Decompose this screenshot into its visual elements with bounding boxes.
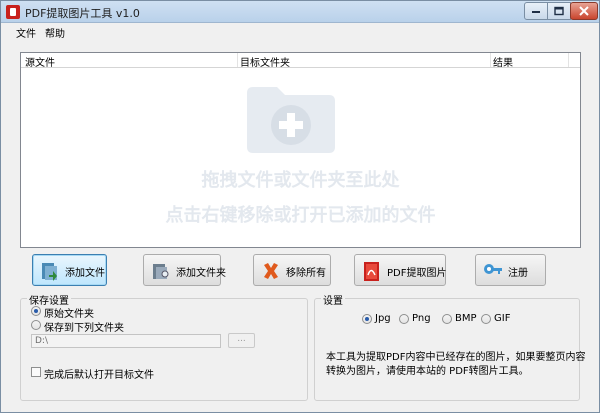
original-folder-radio[interactable] bbox=[31, 306, 41, 316]
column-result[interactable]: 结果 bbox=[493, 54, 513, 69]
pdf-icon bbox=[364, 262, 379, 281]
close-button[interactable] bbox=[570, 2, 598, 20]
format-png-label[interactable]: Png bbox=[412, 313, 431, 324]
settings-title: 设置 bbox=[321, 292, 345, 307]
menu-file[interactable]: 文件 bbox=[16, 25, 36, 40]
maximize-button[interactable] bbox=[547, 2, 571, 20]
remove-all-button[interactable]: 移除所有 bbox=[253, 254, 331, 286]
settings-note-line2: 转换为图片，请使用本站的 PDF转图片工具。 bbox=[326, 366, 529, 377]
minimize-button[interactable] bbox=[524, 2, 548, 20]
drop-hint-line1: 拖拽文件或文件夹至此处 bbox=[201, 170, 400, 191]
menu-help[interactable]: 帮助 bbox=[45, 25, 65, 40]
format-jpg-label[interactable]: Jpg bbox=[375, 313, 391, 324]
register-button[interactable]: 注册 bbox=[475, 254, 546, 286]
extract-images-button[interactable]: PDF提取图片 bbox=[354, 254, 446, 286]
custom-folder-radio[interactable] bbox=[31, 320, 41, 330]
format-png-radio[interactable] bbox=[399, 314, 409, 324]
add-folder-watermark-icon bbox=[247, 87, 335, 153]
original-folder-label[interactable]: 原始文件夹 bbox=[44, 305, 94, 320]
add-folder-label: 添加文件夹 bbox=[176, 268, 226, 279]
open-after-checkbox[interactable] bbox=[31, 367, 41, 377]
list-header: 源文件 目标文件夹 结果 bbox=[21, 53, 580, 69]
remove-icon bbox=[264, 263, 278, 279]
column-source-file[interactable]: 源文件 bbox=[25, 54, 55, 69]
browse-button[interactable]: ... bbox=[228, 333, 255, 348]
format-bmp-radio[interactable] bbox=[442, 314, 452, 324]
window-title: PDF提取图片工具 v1.0 bbox=[25, 7, 140, 20]
settings-note-line1: 本工具为提取PDF内容中已经存在的图片，如果要整页内容 bbox=[326, 352, 586, 363]
format-jpg-radio[interactable] bbox=[362, 314, 372, 324]
add-file-button[interactable]: 添加文件 bbox=[32, 254, 107, 286]
column-divider bbox=[237, 53, 238, 67]
close-icon bbox=[579, 6, 589, 16]
title-bar[interactable]: PDF提取图片工具 v1.0 bbox=[1, 1, 599, 23]
column-target-folder[interactable]: 目标文件夹 bbox=[240, 54, 290, 69]
custom-folder-label[interactable]: 保存到下列文件夹 bbox=[44, 319, 124, 334]
pdf-app-icon bbox=[6, 5, 20, 19]
format-gif-label[interactable]: GIF bbox=[494, 313, 510, 324]
register-label: 注册 bbox=[508, 268, 528, 279]
column-divider bbox=[490, 53, 491, 67]
add-folder-button[interactable]: 添加文件夹 bbox=[143, 254, 226, 286]
minimize-icon bbox=[532, 11, 540, 13]
add-file-label: 添加文件 bbox=[65, 268, 105, 279]
output-path-field[interactable]: D:\ bbox=[31, 334, 221, 348]
remove-all-label: 移除所有 bbox=[286, 268, 326, 279]
open-after-label[interactable]: 完成后默认打开目标文件 bbox=[44, 366, 154, 381]
add-folder-icon bbox=[153, 264, 169, 279]
extract-images-label: PDF提取图片 bbox=[387, 268, 447, 279]
menu-bar: 文件 帮助 bbox=[1, 23, 599, 41]
maximize-icon bbox=[554, 6, 564, 16]
column-divider bbox=[568, 53, 569, 67]
key-icon bbox=[484, 264, 502, 274]
drop-hint-line2: 点击右键移除或打开已添加的文件 bbox=[165, 205, 436, 226]
app-window: PDF提取图片工具 v1.0 文件 帮助 源文件 目标文件夹 结果 拖拽文件或文… bbox=[0, 0, 600, 413]
add-file-icon bbox=[42, 263, 57, 281]
file-list[interactable]: 源文件 目标文件夹 结果 拖拽文件或文件夹至此处 点击右键移除或打开已添加的文件 bbox=[20, 52, 581, 248]
format-bmp-label[interactable]: BMP bbox=[455, 313, 477, 324]
format-gif-radio[interactable] bbox=[481, 314, 491, 324]
